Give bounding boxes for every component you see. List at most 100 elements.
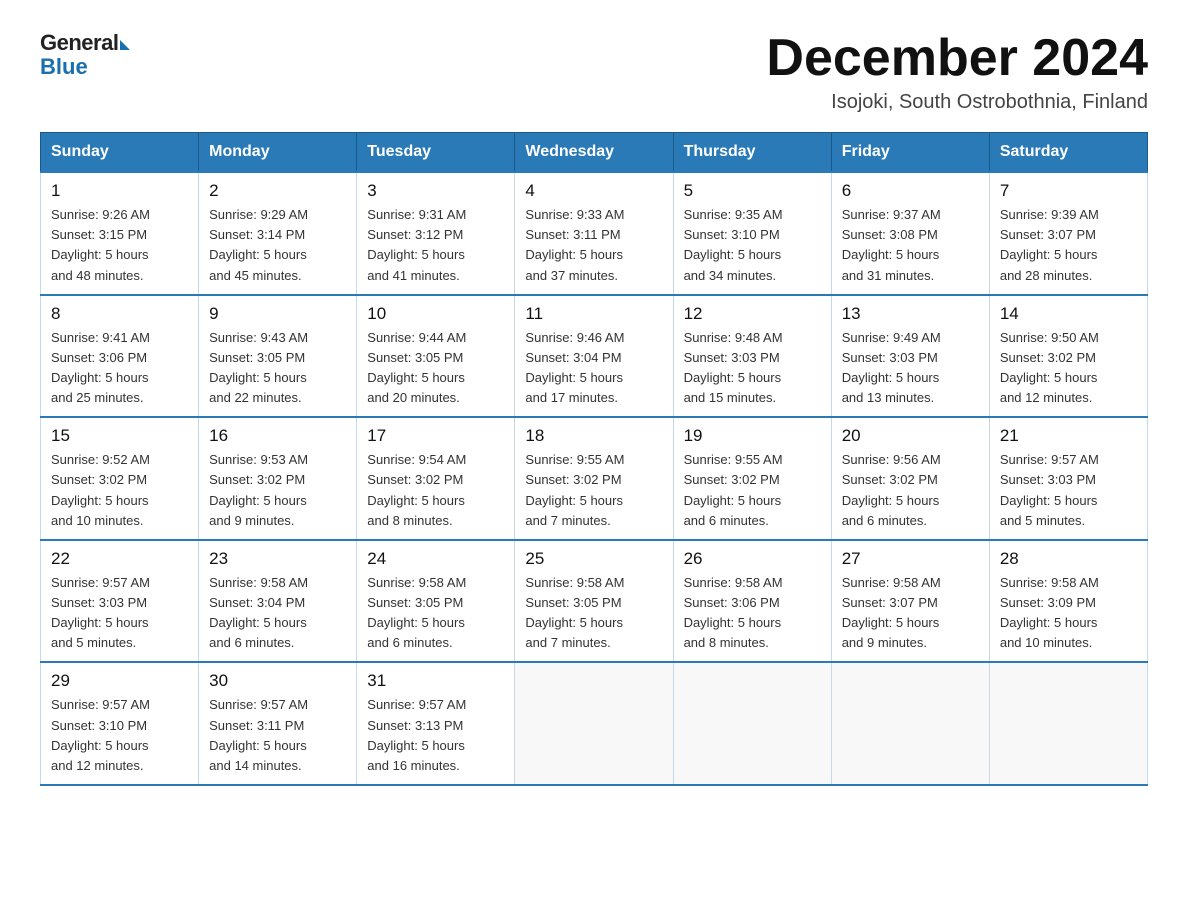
calendar-cell: 19Sunrise: 9:55 AM Sunset: 3:02 PM Dayli…	[673, 417, 831, 540]
calendar-cell: 4Sunrise: 9:33 AM Sunset: 3:11 PM Daylig…	[515, 172, 673, 295]
calendar-cell: 13Sunrise: 9:49 AM Sunset: 3:03 PM Dayli…	[831, 295, 989, 418]
weekday-header-thursday: Thursday	[673, 133, 831, 173]
calendar-cell: 7Sunrise: 9:39 AM Sunset: 3:07 PM Daylig…	[989, 172, 1147, 295]
day-info: Sunrise: 9:58 AM Sunset: 3:06 PM Dayligh…	[684, 573, 821, 654]
calendar-cell	[673, 662, 831, 785]
day-info: Sunrise: 9:29 AM Sunset: 3:14 PM Dayligh…	[209, 205, 346, 286]
day-number: 15	[51, 426, 188, 446]
day-number: 11	[525, 304, 662, 324]
day-number: 12	[684, 304, 821, 324]
day-info: Sunrise: 9:39 AM Sunset: 3:07 PM Dayligh…	[1000, 205, 1137, 286]
day-number: 9	[209, 304, 346, 324]
day-number: 5	[684, 181, 821, 201]
day-number: 20	[842, 426, 979, 446]
calendar-week-row: 29 Sunrise: 9:57 AM Sunset: 3:10 PM Dayli…	[41, 662, 1148, 785]
calendar-cell: 1 Sunrise: 9:26 AM Sunset: 3:15 PM Daylig…	[41, 172, 199, 295]
location-subtitle: Isojoki, South Ostrobothnia, Finland	[766, 91, 1148, 114]
day-info: Sunrise: 9:57 AM Sunset: 3:13 PM Dayligh…	[367, 695, 504, 776]
day-number: 2	[209, 181, 346, 201]
calendar-cell: 24 Sunrise: 9:58 AM Sunset: 3:05 PM Dayli…	[357, 540, 515, 663]
weekday-header-sunday: Sunday	[41, 133, 199, 173]
day-info: Sunrise: 9:57 AM Sunset: 3:10 PM Dayligh…	[51, 695, 188, 776]
calendar-cell: 8Sunrise: 9:41 AM Sunset: 3:06 PM Daylig…	[41, 295, 199, 418]
logo: General Blue	[40, 30, 130, 80]
day-number: 10	[367, 304, 504, 324]
day-number: 29	[51, 671, 188, 691]
day-number: 24	[367, 549, 504, 569]
day-number: 18	[525, 426, 662, 446]
day-info: Sunrise: 9:53 AM Sunset: 3:02 PM Dayligh…	[209, 450, 346, 531]
weekday-header-row: SundayMondayTuesdayWednesdayThursdayFrid…	[41, 133, 1148, 173]
day-number: 21	[1000, 426, 1137, 446]
calendar-cell: 12Sunrise: 9:48 AM Sunset: 3:03 PM Dayli…	[673, 295, 831, 418]
weekday-header-wednesday: Wednesday	[515, 133, 673, 173]
day-number: 17	[367, 426, 504, 446]
calendar-cell	[989, 662, 1147, 785]
calendar-cell: 31 Sunrise: 9:57 AM Sunset: 3:13 PM Dayli…	[357, 662, 515, 785]
calendar-cell: 11 Sunrise: 9:46 AM Sunset: 3:04 PM Dayli…	[515, 295, 673, 418]
title-block: December 2024 Isojoki, South Ostrobothni…	[766, 30, 1148, 114]
calendar-cell	[515, 662, 673, 785]
calendar-cell: 20 Sunrise: 9:56 AM Sunset: 3:02 PM Dayli…	[831, 417, 989, 540]
calendar-cell: 21 Sunrise: 9:57 AM Sunset: 3:03 PM Dayli…	[989, 417, 1147, 540]
calendar-cell: 28Sunrise: 9:58 AM Sunset: 3:09 PM Dayli…	[989, 540, 1147, 663]
calendar-cell: 6Sunrise: 9:37 AM Sunset: 3:08 PM Daylig…	[831, 172, 989, 295]
calendar-cell: 15 Sunrise: 9:52 AM Sunset: 3:02 PM Dayli…	[41, 417, 199, 540]
day-info: Sunrise: 9:54 AM Sunset: 3:02 PM Dayligh…	[367, 450, 504, 531]
day-info: Sunrise: 9:56 AM Sunset: 3:02 PM Dayligh…	[842, 450, 979, 531]
calendar-cell	[831, 662, 989, 785]
calendar-cell: 2 Sunrise: 9:29 AM Sunset: 3:14 PM Daylig…	[199, 172, 357, 295]
page-header: General Blue December 2024 Isojoki, Sout…	[40, 30, 1148, 114]
day-info: Sunrise: 9:58 AM Sunset: 3:05 PM Dayligh…	[367, 573, 504, 654]
day-number: 26	[684, 549, 821, 569]
weekday-header-tuesday: Tuesday	[357, 133, 515, 173]
calendar-cell: 18 Sunrise: 9:55 AM Sunset: 3:02 PM Dayli…	[515, 417, 673, 540]
day-number: 31	[367, 671, 504, 691]
logo-triangle-icon	[120, 40, 130, 50]
day-number: 1	[51, 181, 188, 201]
month-title: December 2024	[766, 30, 1148, 87]
day-number: 23	[209, 549, 346, 569]
day-number: 16	[209, 426, 346, 446]
day-number: 25	[525, 549, 662, 569]
calendar-cell: 14Sunrise: 9:50 AM Sunset: 3:02 PM Dayli…	[989, 295, 1147, 418]
calendar-cell: 29 Sunrise: 9:57 AM Sunset: 3:10 PM Dayli…	[41, 662, 199, 785]
day-info: Sunrise: 9:26 AM Sunset: 3:15 PM Dayligh…	[51, 205, 188, 286]
calendar-cell: 23 Sunrise: 9:58 AM Sunset: 3:04 PM Dayli…	[199, 540, 357, 663]
calendar-cell: 10 Sunrise: 9:44 AM Sunset: 3:05 PM Dayli…	[357, 295, 515, 418]
day-info: Sunrise: 9:46 AM Sunset: 3:04 PM Dayligh…	[525, 328, 662, 409]
day-info: Sunrise: 9:33 AM Sunset: 3:11 PM Dayligh…	[525, 205, 662, 286]
calendar-cell: 27Sunrise: 9:58 AM Sunset: 3:07 PM Dayli…	[831, 540, 989, 663]
weekday-header-saturday: Saturday	[989, 133, 1147, 173]
logo-blue-text: Blue	[40, 54, 88, 80]
day-info: Sunrise: 9:37 AM Sunset: 3:08 PM Dayligh…	[842, 205, 979, 286]
day-number: 27	[842, 549, 979, 569]
day-info: Sunrise: 9:57 AM Sunset: 3:03 PM Dayligh…	[1000, 450, 1137, 531]
logo-general-text: General	[40, 30, 118, 56]
day-info: Sunrise: 9:31 AM Sunset: 3:12 PM Dayligh…	[367, 205, 504, 286]
calendar-cell: 9 Sunrise: 9:43 AM Sunset: 3:05 PM Daylig…	[199, 295, 357, 418]
day-info: Sunrise: 9:52 AM Sunset: 3:02 PM Dayligh…	[51, 450, 188, 531]
day-info: Sunrise: 9:58 AM Sunset: 3:04 PM Dayligh…	[209, 573, 346, 654]
day-number: 3	[367, 181, 504, 201]
calendar-cell: 22 Sunrise: 9:57 AM Sunset: 3:03 PM Dayli…	[41, 540, 199, 663]
calendar-cell: 5 Sunrise: 9:35 AM Sunset: 3:10 PM Daylig…	[673, 172, 831, 295]
day-info: Sunrise: 9:58 AM Sunset: 3:09 PM Dayligh…	[1000, 573, 1137, 654]
calendar-cell: 26 Sunrise: 9:58 AM Sunset: 3:06 PM Dayli…	[673, 540, 831, 663]
day-info: Sunrise: 9:35 AM Sunset: 3:10 PM Dayligh…	[684, 205, 821, 286]
day-number: 30	[209, 671, 346, 691]
day-number: 22	[51, 549, 188, 569]
day-info: Sunrise: 9:55 AM Sunset: 3:02 PM Dayligh…	[525, 450, 662, 531]
day-info: Sunrise: 9:43 AM Sunset: 3:05 PM Dayligh…	[209, 328, 346, 409]
day-info: Sunrise: 9:57 AM Sunset: 3:03 PM Dayligh…	[51, 573, 188, 654]
logo-top: General	[40, 30, 130, 56]
calendar-table: SundayMondayTuesdayWednesdayThursdayFrid…	[40, 132, 1148, 786]
day-info: Sunrise: 9:58 AM Sunset: 3:05 PM Dayligh…	[525, 573, 662, 654]
day-number: 13	[842, 304, 979, 324]
weekday-header-monday: Monday	[199, 133, 357, 173]
calendar-cell: 25 Sunrise: 9:58 AM Sunset: 3:05 PM Dayli…	[515, 540, 673, 663]
day-info: Sunrise: 9:57 AM Sunset: 3:11 PM Dayligh…	[209, 695, 346, 776]
calendar-week-row: 1 Sunrise: 9:26 AM Sunset: 3:15 PM Daylig…	[41, 172, 1148, 295]
calendar-week-row: 8Sunrise: 9:41 AM Sunset: 3:06 PM Daylig…	[41, 295, 1148, 418]
day-info: Sunrise: 9:44 AM Sunset: 3:05 PM Dayligh…	[367, 328, 504, 409]
